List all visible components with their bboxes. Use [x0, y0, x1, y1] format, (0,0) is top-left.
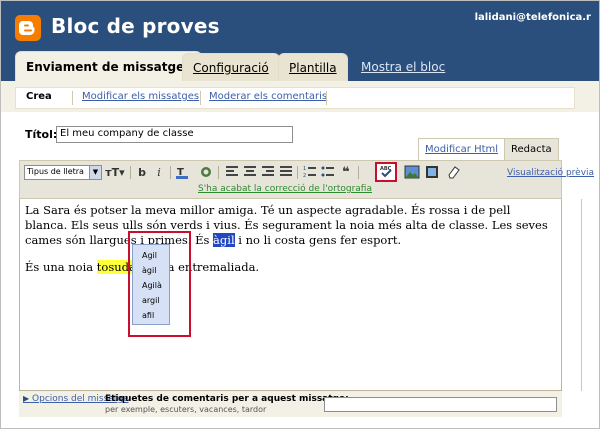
subtab-moderate-comments[interactable]: Moderar els comentaris [209, 91, 327, 102]
toolbar-divider [170, 166, 171, 179]
blogger-window: Bloc de proves lalidani@telefonica.r Env… [0, 0, 600, 429]
subtab-divider [326, 91, 327, 105]
suggestions-highlight [128, 231, 191, 337]
main-tabs: Enviament de missatges Configuració Plan… [1, 51, 599, 81]
blogger-logo-icon[interactable] [15, 15, 41, 41]
editor-scrollbar-edge [581, 199, 582, 391]
preview-link[interactable]: Visualització prèvia [507, 168, 594, 178]
svg-text:1: 1 [303, 166, 306, 172]
subtab-divider [72, 91, 73, 105]
tab-edit-html[interactable]: Modificar Html [418, 138, 506, 160]
remove-format-icon[interactable] [446, 165, 462, 180]
spellcheck-icon[interactable]: ABC [378, 164, 394, 179]
subtab-edit-posts[interactable]: Modificar els missatges [82, 91, 199, 102]
subtab-strip: Crea Modificar els missatges Moderar els… [15, 87, 575, 109]
labels-hint: per exemple, escuters, vacances, tardor [105, 405, 267, 414]
toolbar-divider [130, 166, 131, 179]
editor-toolbar: Tipus de lletra ▼ тT▾ b i T 12 ❝ ABC Vis… [19, 160, 594, 199]
toolbar-divider [297, 166, 298, 179]
subtab-create[interactable]: Crea [26, 91, 52, 102]
toolbar-divider [218, 166, 219, 179]
italic-icon[interactable]: i [151, 165, 167, 180]
spellcheck-done-message: S'ha acabat la correcció de l'ortografia [198, 184, 372, 194]
view-blog-link[interactable]: Mostra el bloc [361, 60, 445, 74]
editor-paragraph: La Sara és potser la meva millor amiga. … [25, 203, 556, 248]
post-options-bar: ▶ Opcions del missatge Etiquetes de come… [19, 391, 562, 417]
tab-template[interactable]: Plantilla [278, 53, 348, 81]
chevron-down-icon[interactable]: ▼ [89, 166, 101, 179]
blog-header: Bloc de proves lalidani@telefonica.r Env… [1, 1, 599, 81]
blog-title: Bloc de proves [51, 14, 220, 38]
title-label: Títol: [25, 128, 58, 141]
text-color-icon[interactable]: T [174, 165, 190, 180]
toolbar-divider [358, 166, 359, 179]
post-editor[interactable]: La Sara és potser la meva millor amiga. … [19, 199, 562, 391]
labels-title: Etiquetes de comentaris per a aquest mis… [105, 394, 349, 404]
video-icon[interactable] [424, 165, 440, 180]
bold-icon[interactable]: b [134, 165, 150, 180]
font-select-value: Tipus de lletra [27, 167, 84, 176]
subtab-divider [200, 91, 201, 105]
align-left-icon[interactable] [224, 165, 240, 180]
labels-input[interactable] [324, 397, 557, 412]
align-justify-icon[interactable] [278, 165, 294, 180]
numbered-list-icon[interactable]: 12 [302, 165, 318, 180]
blockquote-icon[interactable]: ❝ [338, 165, 354, 180]
svg-text:2: 2 [303, 173, 306, 178]
tab-settings[interactable]: Configuració [182, 53, 280, 81]
tab-posting[interactable]: Enviament de missatges [15, 51, 203, 81]
subtab-bar: Crea Modificar els missatges Moderar els… [1, 81, 599, 112]
font-size-icon[interactable]: тT▾ [104, 165, 126, 180]
image-icon[interactable] [404, 165, 420, 180]
align-center-icon[interactable] [242, 165, 258, 180]
editor-paragraph: És una noia tosuda i poca entremaliada. [25, 260, 556, 275]
tab-compose[interactable]: Redacta [504, 138, 559, 160]
expand-arrow-icon[interactable]: ▶ [23, 394, 29, 403]
title-input[interactable]: El meu company de classe [56, 126, 293, 143]
misspelled-word[interactable]: àgil [213, 233, 235, 247]
editor-text: És una noia [25, 260, 97, 274]
link-icon[interactable] [198, 165, 214, 180]
bullet-list-icon[interactable] [320, 165, 336, 180]
editor-text: i no li costa gens fer esport. [234, 233, 402, 247]
user-email: lalidani@telefonica.r [474, 12, 591, 23]
align-right-icon[interactable] [260, 165, 276, 180]
font-select[interactable]: Tipus de lletra ▼ [24, 165, 102, 180]
